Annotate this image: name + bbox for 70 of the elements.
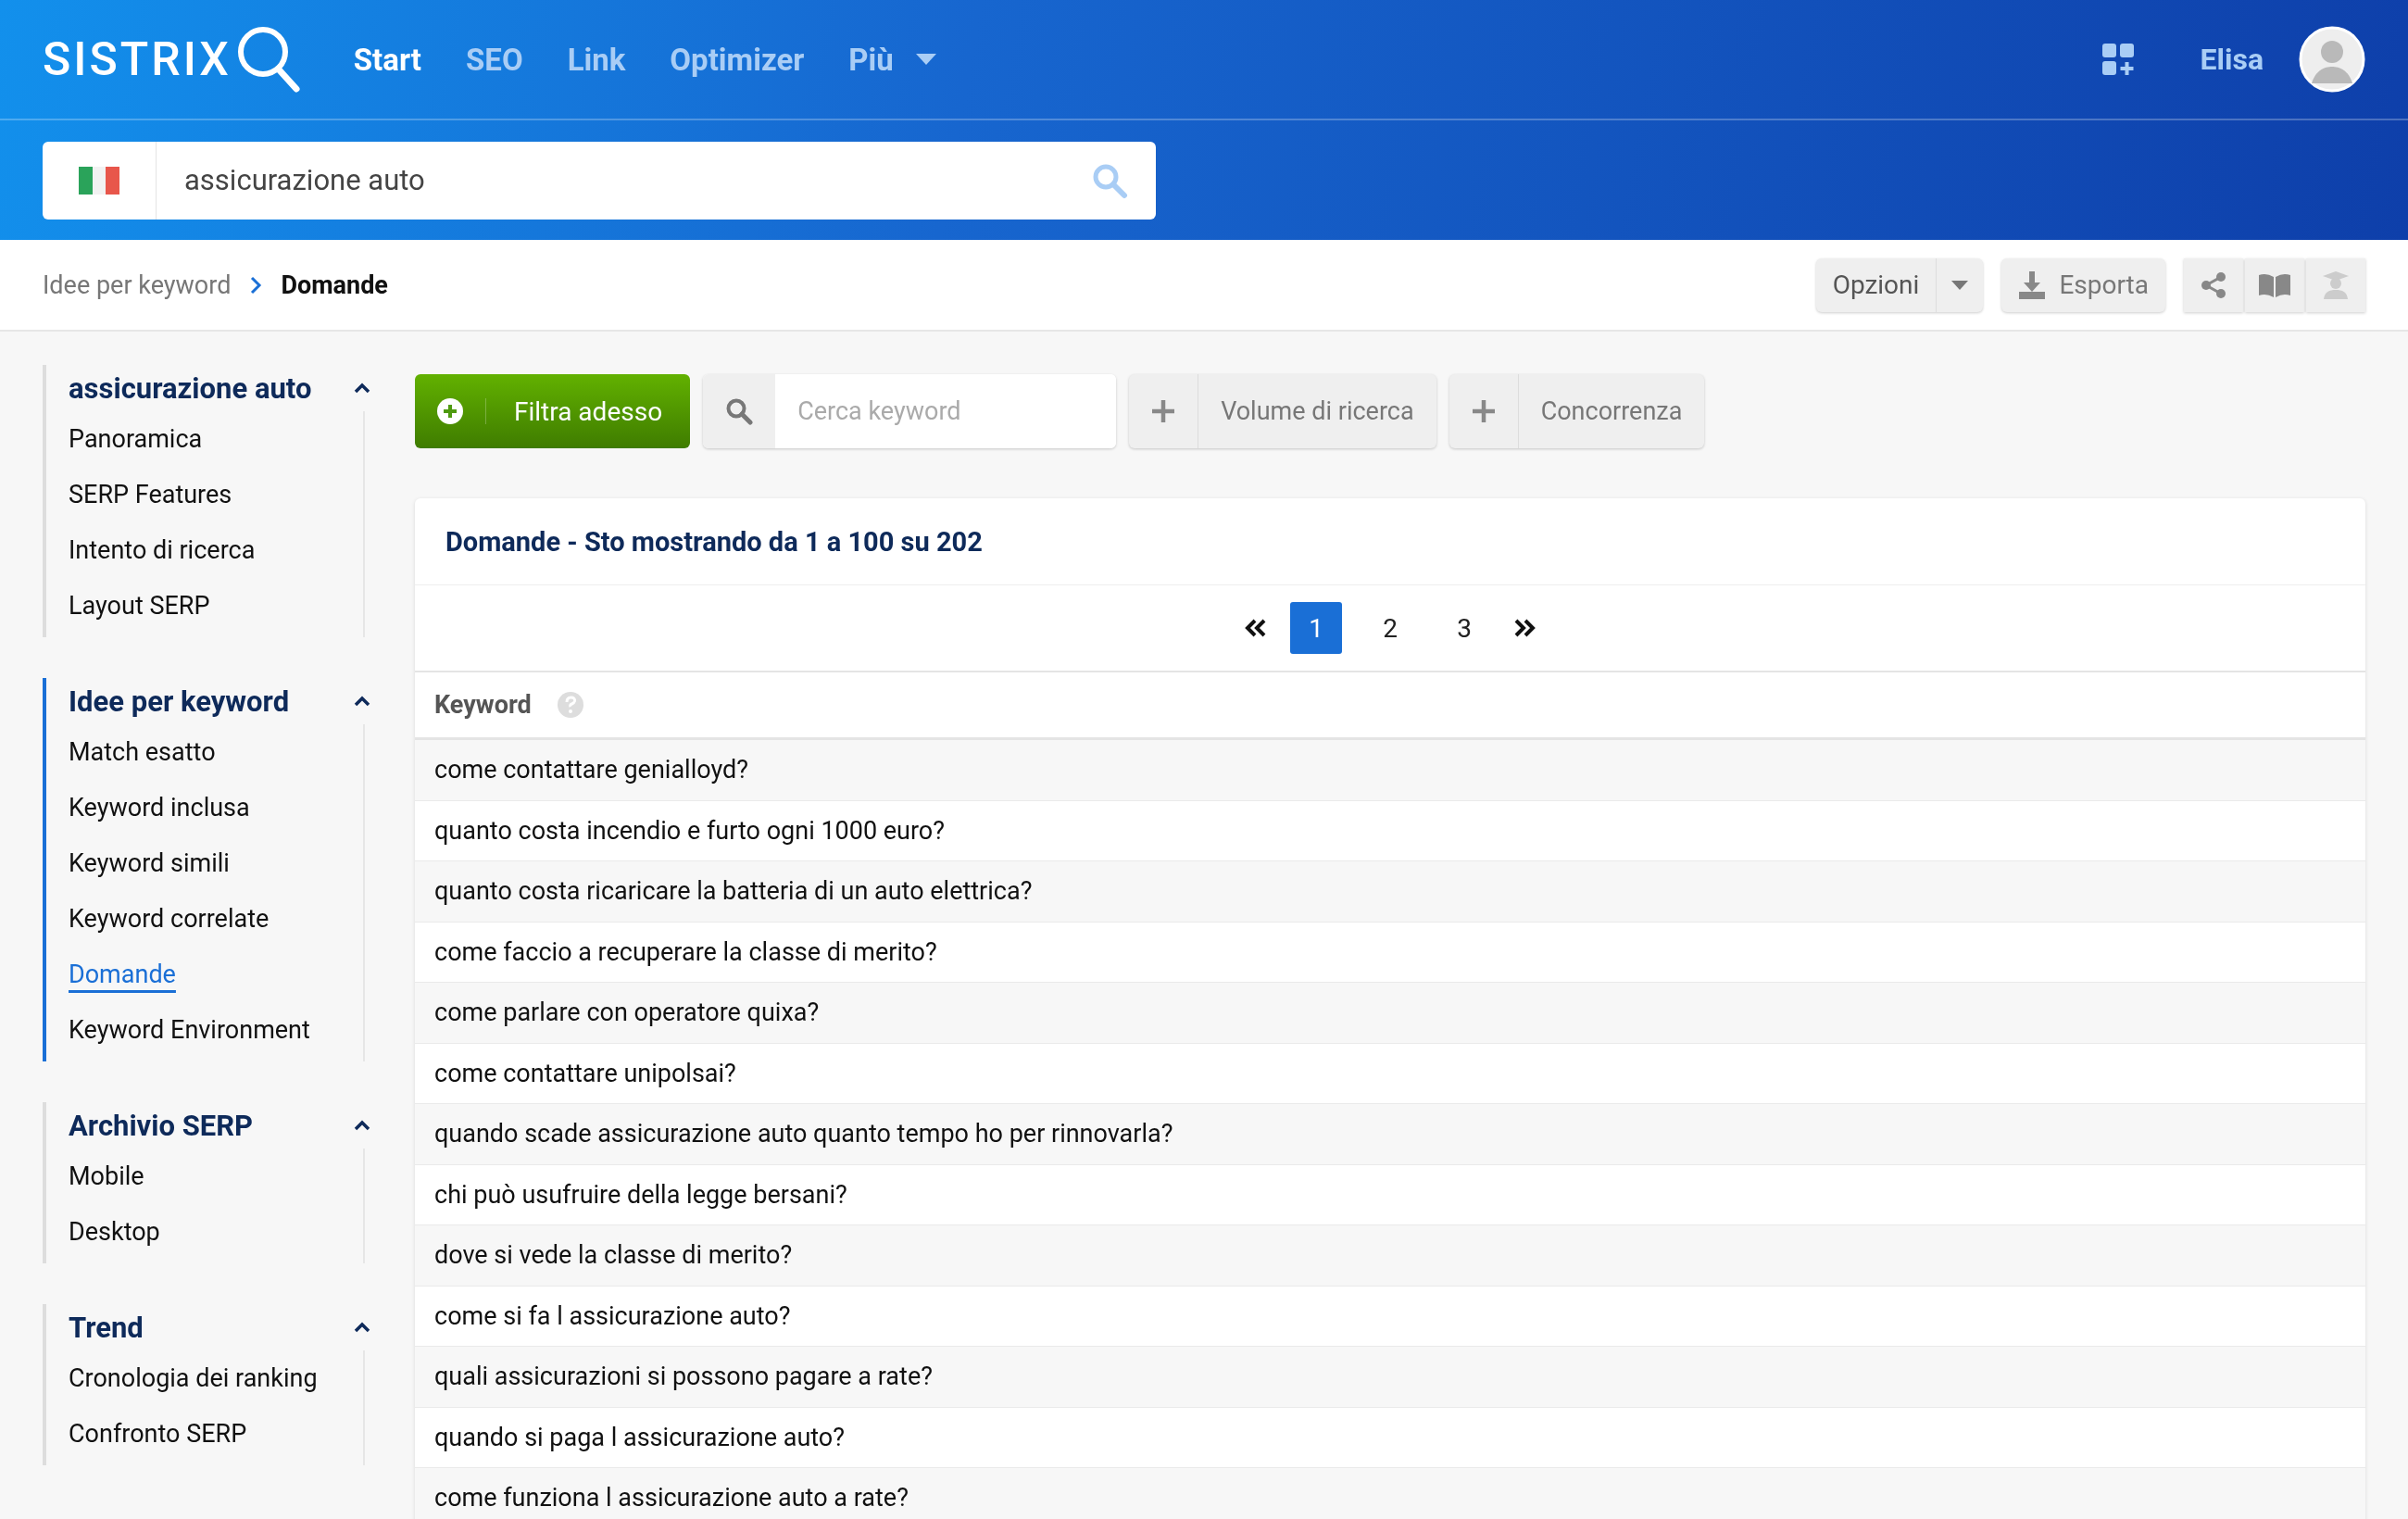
table-cell: quanto costa incendio e furto ogni 1000 euro? xyxy=(434,815,946,846)
table-cell: quanto costa ricaricare la batteria di un auto elettrica? xyxy=(434,876,1033,907)
sidebar-heading[interactable]: assicurazione auto xyxy=(69,370,312,406)
table-cell: come faccio a recuperare la classe di merito? xyxy=(434,936,937,967)
sidebar-item[interactable]: Match esatto xyxy=(69,724,216,780)
first-page-icon[interactable] xyxy=(1244,619,1268,637)
caret-icon xyxy=(915,54,936,65)
share-icon xyxy=(2201,270,2226,299)
avatar-icon[interactable] xyxy=(2299,26,2365,93)
sidebar-item[interactable]: Domande xyxy=(69,947,176,1002)
sidebar-heading[interactable]: Idee per keyword xyxy=(69,684,290,719)
italy-flag-icon[interactable] xyxy=(79,166,119,195)
sidebar-item[interactable]: Keyword inclusa xyxy=(69,780,250,835)
book-button[interactable] xyxy=(2245,257,2304,312)
table-cell: come parlare con operatore quixa? xyxy=(434,998,820,1028)
keyword-search-field[interactable]: Cerca keyword xyxy=(703,374,1117,448)
page-link[interactable]: 1 xyxy=(1290,602,1342,654)
page-link[interactable]: 2 xyxy=(1364,602,1416,654)
chevron-up-icon[interactable] xyxy=(354,696,370,707)
last-page-icon[interactable] xyxy=(1512,619,1536,637)
download-icon xyxy=(2018,270,2047,299)
user-name[interactable]: Elisa xyxy=(2200,42,2264,77)
table-cell: come contattare genialloyd? xyxy=(434,755,749,785)
share-button[interactable] xyxy=(2184,257,2243,312)
table-cell: dove si vede la classe di merito? xyxy=(434,1240,793,1271)
caret-icon xyxy=(1951,280,1969,290)
sidebar-item[interactable]: Keyword Environment xyxy=(69,1002,310,1058)
breadcrumb-current: Domande xyxy=(281,270,388,300)
sidebar-item[interactable]: Cronologia dei ranking xyxy=(69,1350,318,1406)
sidebar-item[interactable]: Confronto SERP xyxy=(69,1406,247,1462)
add-filter-button[interactable]: Concorrenza xyxy=(1449,374,1705,448)
chevron-up-icon[interactable] xyxy=(354,383,370,394)
sidebar-item[interactable]: Panoramica xyxy=(69,411,203,467)
sidebar-item[interactable]: Keyword correlate xyxy=(69,891,270,947)
plus-icon xyxy=(1471,399,1496,423)
options-button[interactable]: Opzioni xyxy=(1815,257,1984,312)
sidebar-item[interactable]: SERP Features xyxy=(69,467,232,522)
add-filter-button[interactable]: Volume di ricerca xyxy=(1129,374,1436,448)
nav-link[interactable]: Start xyxy=(353,41,421,78)
table-cell: chi può usufruire della legge bersani? xyxy=(434,1179,847,1210)
table-cell: quando scade assicurazione auto quanto tempo ho per rinnovarla? xyxy=(434,1119,1173,1149)
table-cell: come contattare unipolsai? xyxy=(434,1058,736,1088)
sidebar-item[interactable]: Layout SERP xyxy=(69,578,210,634)
sidebar-item[interactable]: Intento di ricerca xyxy=(69,522,256,578)
sidebar-heading[interactable]: Trend xyxy=(69,1310,144,1345)
dashboard-add-icon[interactable] xyxy=(2101,44,2134,75)
sidebar-item[interactable]: Keyword simili xyxy=(69,835,230,891)
search-field[interactable]: assicurazione auto xyxy=(43,141,1156,220)
table-cell: come funziona l assicurazione auto a rate? xyxy=(434,1483,909,1513)
sidebar-heading[interactable]: Archivio SERP xyxy=(69,1108,254,1143)
chevron-up-icon[interactable] xyxy=(354,1322,370,1333)
filter-button[interactable]: Filtra adesso xyxy=(415,374,691,448)
graduate-icon xyxy=(2323,270,2349,299)
logo-text[interactable]: SISTRIX xyxy=(43,32,232,86)
sidebar-item[interactable]: Desktop xyxy=(69,1204,160,1260)
chevron-up-icon[interactable] xyxy=(354,1120,370,1131)
table-cell: come si fa l assicurazione auto? xyxy=(434,1300,791,1331)
card-title: Domande - Sto mostrando da 1 a 100 su 202 xyxy=(445,525,983,558)
book-icon xyxy=(2259,272,2290,297)
table-cell: quali assicurazioni si possono pagare a rate? xyxy=(434,1362,933,1392)
export-button[interactable]: Esporta xyxy=(2001,257,2165,312)
page-link[interactable]: 3 xyxy=(1438,602,1490,654)
table-cell: quando si paga l assicurazione auto? xyxy=(434,1422,846,1452)
column-header[interactable]: Keyword xyxy=(434,690,532,720)
search-icon xyxy=(725,397,754,425)
chevron-right-icon xyxy=(249,274,263,295)
sidebar-item[interactable]: Mobile xyxy=(69,1149,144,1204)
plus-circle-icon xyxy=(437,398,463,424)
plus-icon xyxy=(1151,399,1176,423)
breadcrumb-link[interactable]: Idee per keyword xyxy=(43,270,232,300)
